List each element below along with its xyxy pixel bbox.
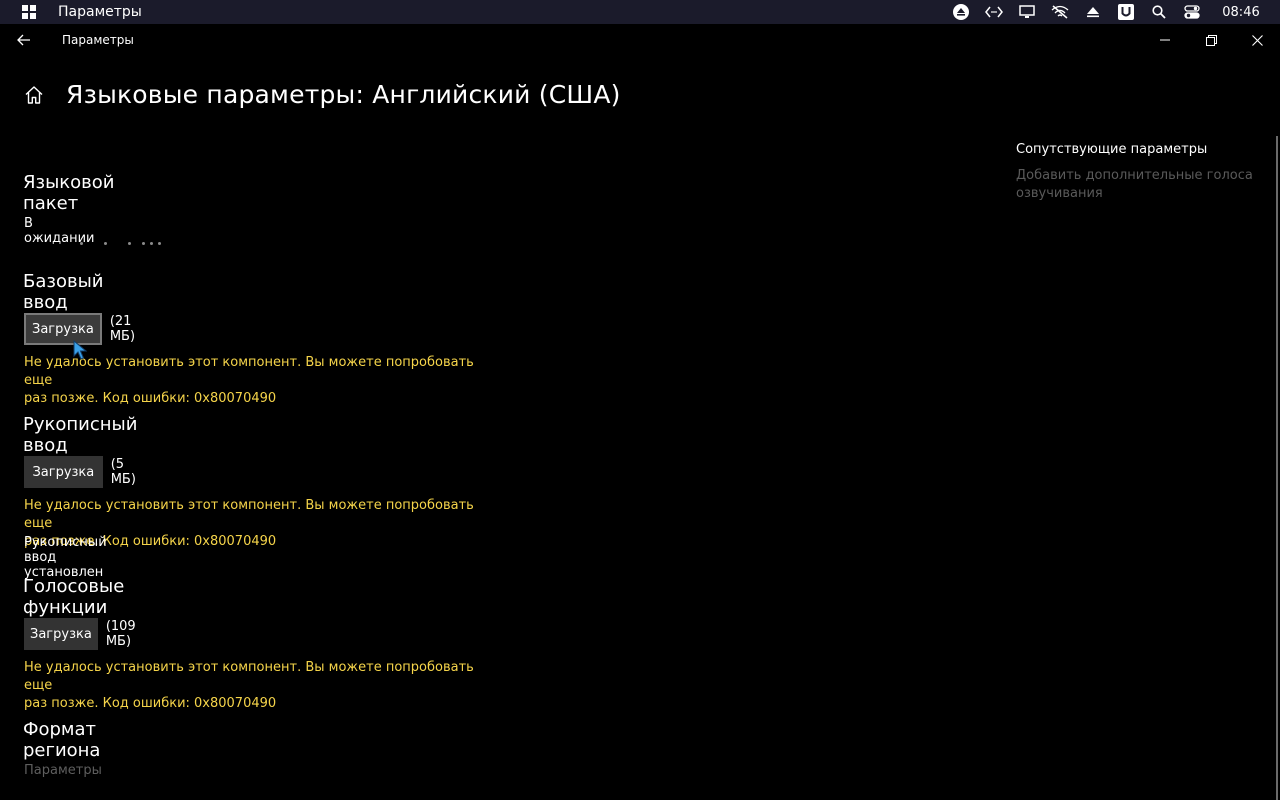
toggle-icon[interactable] xyxy=(1175,0,1208,24)
minimize-button[interactable] xyxy=(1142,24,1188,56)
back-button[interactable] xyxy=(0,24,48,56)
basic-typing-download-button[interactable]: Загрузка xyxy=(24,313,102,345)
basic-typing-heading: Базовый ввод xyxy=(23,271,104,313)
system-tray: 08:46 xyxy=(944,0,1280,24)
region-format-settings-link[interactable]: Параметры xyxy=(24,763,102,778)
window-title-bar: Параметры xyxy=(0,24,1280,56)
progress-indicator xyxy=(80,242,170,246)
handwriting-size: (5 МБ) xyxy=(110,457,136,487)
add-voices-link[interactable]: Добавить дополнительные голоса озвучиван… xyxy=(1016,167,1256,203)
wifi-off-icon[interactable] xyxy=(1043,0,1076,24)
caption-buttons xyxy=(1142,24,1280,56)
basic-typing-size: (21 МБ) xyxy=(109,314,136,344)
minimize-icon xyxy=(1160,39,1170,41)
back-arrow-icon xyxy=(17,34,30,46)
region-format-heading: Формат региона xyxy=(23,719,101,761)
handwriting-download-row: Загрузка (5 МБ) xyxy=(24,456,147,488)
related-settings-panel: Сопутствующие параметры Добавить дополни… xyxy=(1016,142,1256,203)
speech-error-line1: Не удалось установить этот компонент. Вы… xyxy=(24,660,474,693)
system-bar: Параметры 08:46 xyxy=(0,0,1280,24)
search-icon[interactable] xyxy=(1142,0,1175,24)
basic-typing-error: Не удалось установить этот компонент. Вы… xyxy=(24,354,494,408)
close-button[interactable] xyxy=(1234,24,1280,56)
speech-heading: Голосовые функции xyxy=(23,576,125,618)
code-icon[interactable] xyxy=(977,0,1010,24)
mouse-cursor-icon xyxy=(73,340,87,360)
tray-arrow-icon[interactable] xyxy=(1076,0,1109,24)
handwriting-heading: Рукописный ввод xyxy=(23,414,138,456)
speech-size: (109 МБ) xyxy=(105,619,136,649)
system-bar-app-title: Параметры xyxy=(58,4,142,20)
page-heading: Языковые параметры: Английский (США) xyxy=(24,80,621,109)
add-voices-link-line2: озвучивания xyxy=(1016,186,1103,201)
page-title: Языковые параметры: Английский (США) xyxy=(66,80,621,109)
windows-start-icon[interactable] xyxy=(22,5,36,19)
speech-download-button[interactable]: Загрузка xyxy=(24,618,98,650)
scrollbar[interactable] xyxy=(1276,136,1278,800)
restore-button[interactable] xyxy=(1188,24,1234,56)
add-voices-link-line1: Добавить дополнительные голоса xyxy=(1016,168,1253,183)
home-icon[interactable] xyxy=(24,85,44,105)
restore-icon xyxy=(1205,34,1217,46)
speech-error-line2: раз позже. Код ошибки: 0x80070490 xyxy=(24,696,277,711)
handwriting-download-button[interactable]: Загрузка xyxy=(24,456,103,488)
monitor-icon[interactable] xyxy=(1010,0,1043,24)
handwriting-installed-note: Рукописный ввод установлен xyxy=(24,535,107,580)
basic-typing-error-line2: раз позже. Код ошибки: 0x80070490 xyxy=(24,391,277,406)
speech-error: Не удалось установить этот компонент. Вы… xyxy=(24,659,494,713)
eject-icon[interactable] xyxy=(944,0,977,24)
system-clock[interactable]: 08:46 xyxy=(1208,5,1274,20)
window-title: Параметры xyxy=(62,33,134,47)
speech-download-row: Загрузка (109 МБ) xyxy=(24,618,152,650)
u-app-icon[interactable] xyxy=(1109,0,1142,24)
language-pack-heading: Языковой пакет xyxy=(23,172,115,214)
basic-typing-error-line1: Не удалось установить этот компонент. Вы… xyxy=(24,355,474,388)
handwriting-error-line1: Не удалось установить этот компонент. Вы… xyxy=(24,498,474,531)
close-icon xyxy=(1251,34,1263,46)
related-settings-title: Сопутствующие параметры xyxy=(1016,142,1208,157)
